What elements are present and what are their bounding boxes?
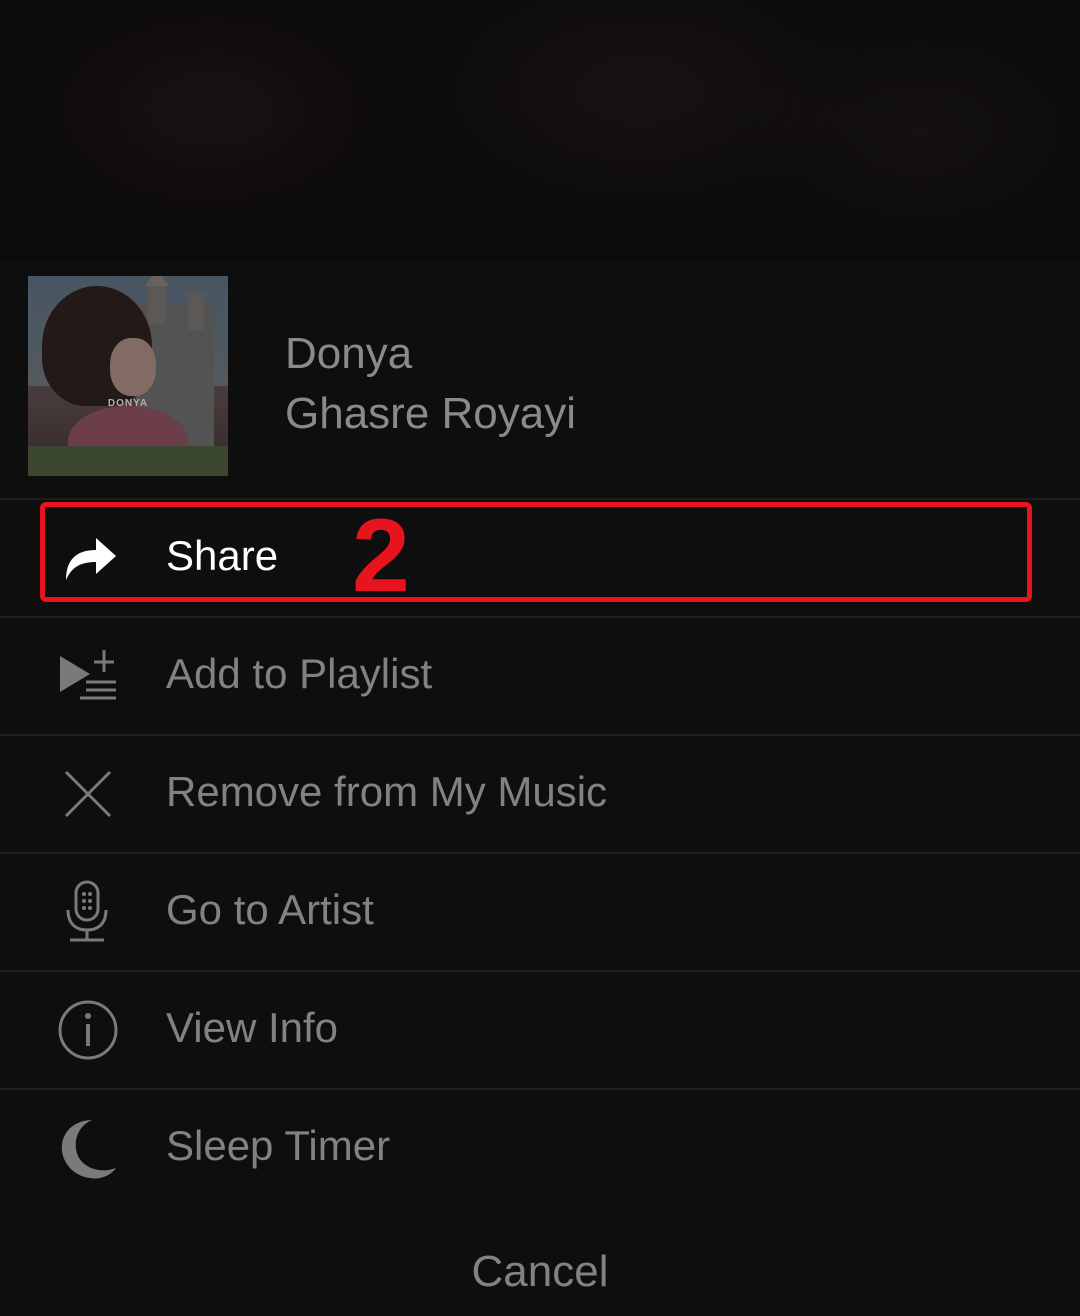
menu-item-view-info[interactable]: View Info: [0, 970, 1080, 1086]
artist-name: Donya: [285, 329, 413, 378]
microphone-icon: [56, 880, 120, 944]
menu-item-label: Add to Playlist: [166, 650, 433, 697]
highlight-box: [40, 502, 1032, 602]
cancel-button[interactable]: Cancel: [0, 1240, 1080, 1304]
track-title: Ghasre Royayi: [285, 389, 577, 438]
menu-item-label: Remove from My Music: [166, 768, 608, 815]
close-icon: [56, 762, 120, 826]
step-number: 2: [352, 498, 410, 614]
track-info: Donya Ghasre Royayi: [285, 324, 576, 444]
menu-item-add-to-playlist[interactable]: Add to Playlist: [0, 616, 1080, 732]
add-to-playlist-icon: [56, 644, 120, 708]
moon-icon: [56, 1116, 120, 1180]
menu-item-sleep-timer[interactable]: Sleep Timer: [0, 1088, 1080, 1204]
menu-item-label: View Info: [166, 1004, 338, 1051]
screen: DONYA Donya Ghasre Royayi Share Add to P…: [0, 0, 1080, 1316]
menu-item-remove-from-my-music[interactable]: Remove from My Music: [0, 734, 1080, 850]
info-icon: [56, 998, 120, 1062]
dimmed-background[interactable]: [0, 0, 1080, 260]
track-header: DONYA Donya Ghasre Royayi: [0, 260, 1080, 498]
bottom-sheet: DONYA Donya Ghasre Royayi Share Add to P…: [0, 260, 1080, 1316]
album-art: DONYA: [28, 276, 228, 476]
album-art-label: DONYA: [107, 398, 149, 409]
menu-item-label: Sleep Timer: [166, 1122, 391, 1169]
menu-item-label: Go to Artist: [166, 886, 374, 933]
menu-item-go-to-artist[interactable]: Go to Artist: [0, 852, 1080, 968]
